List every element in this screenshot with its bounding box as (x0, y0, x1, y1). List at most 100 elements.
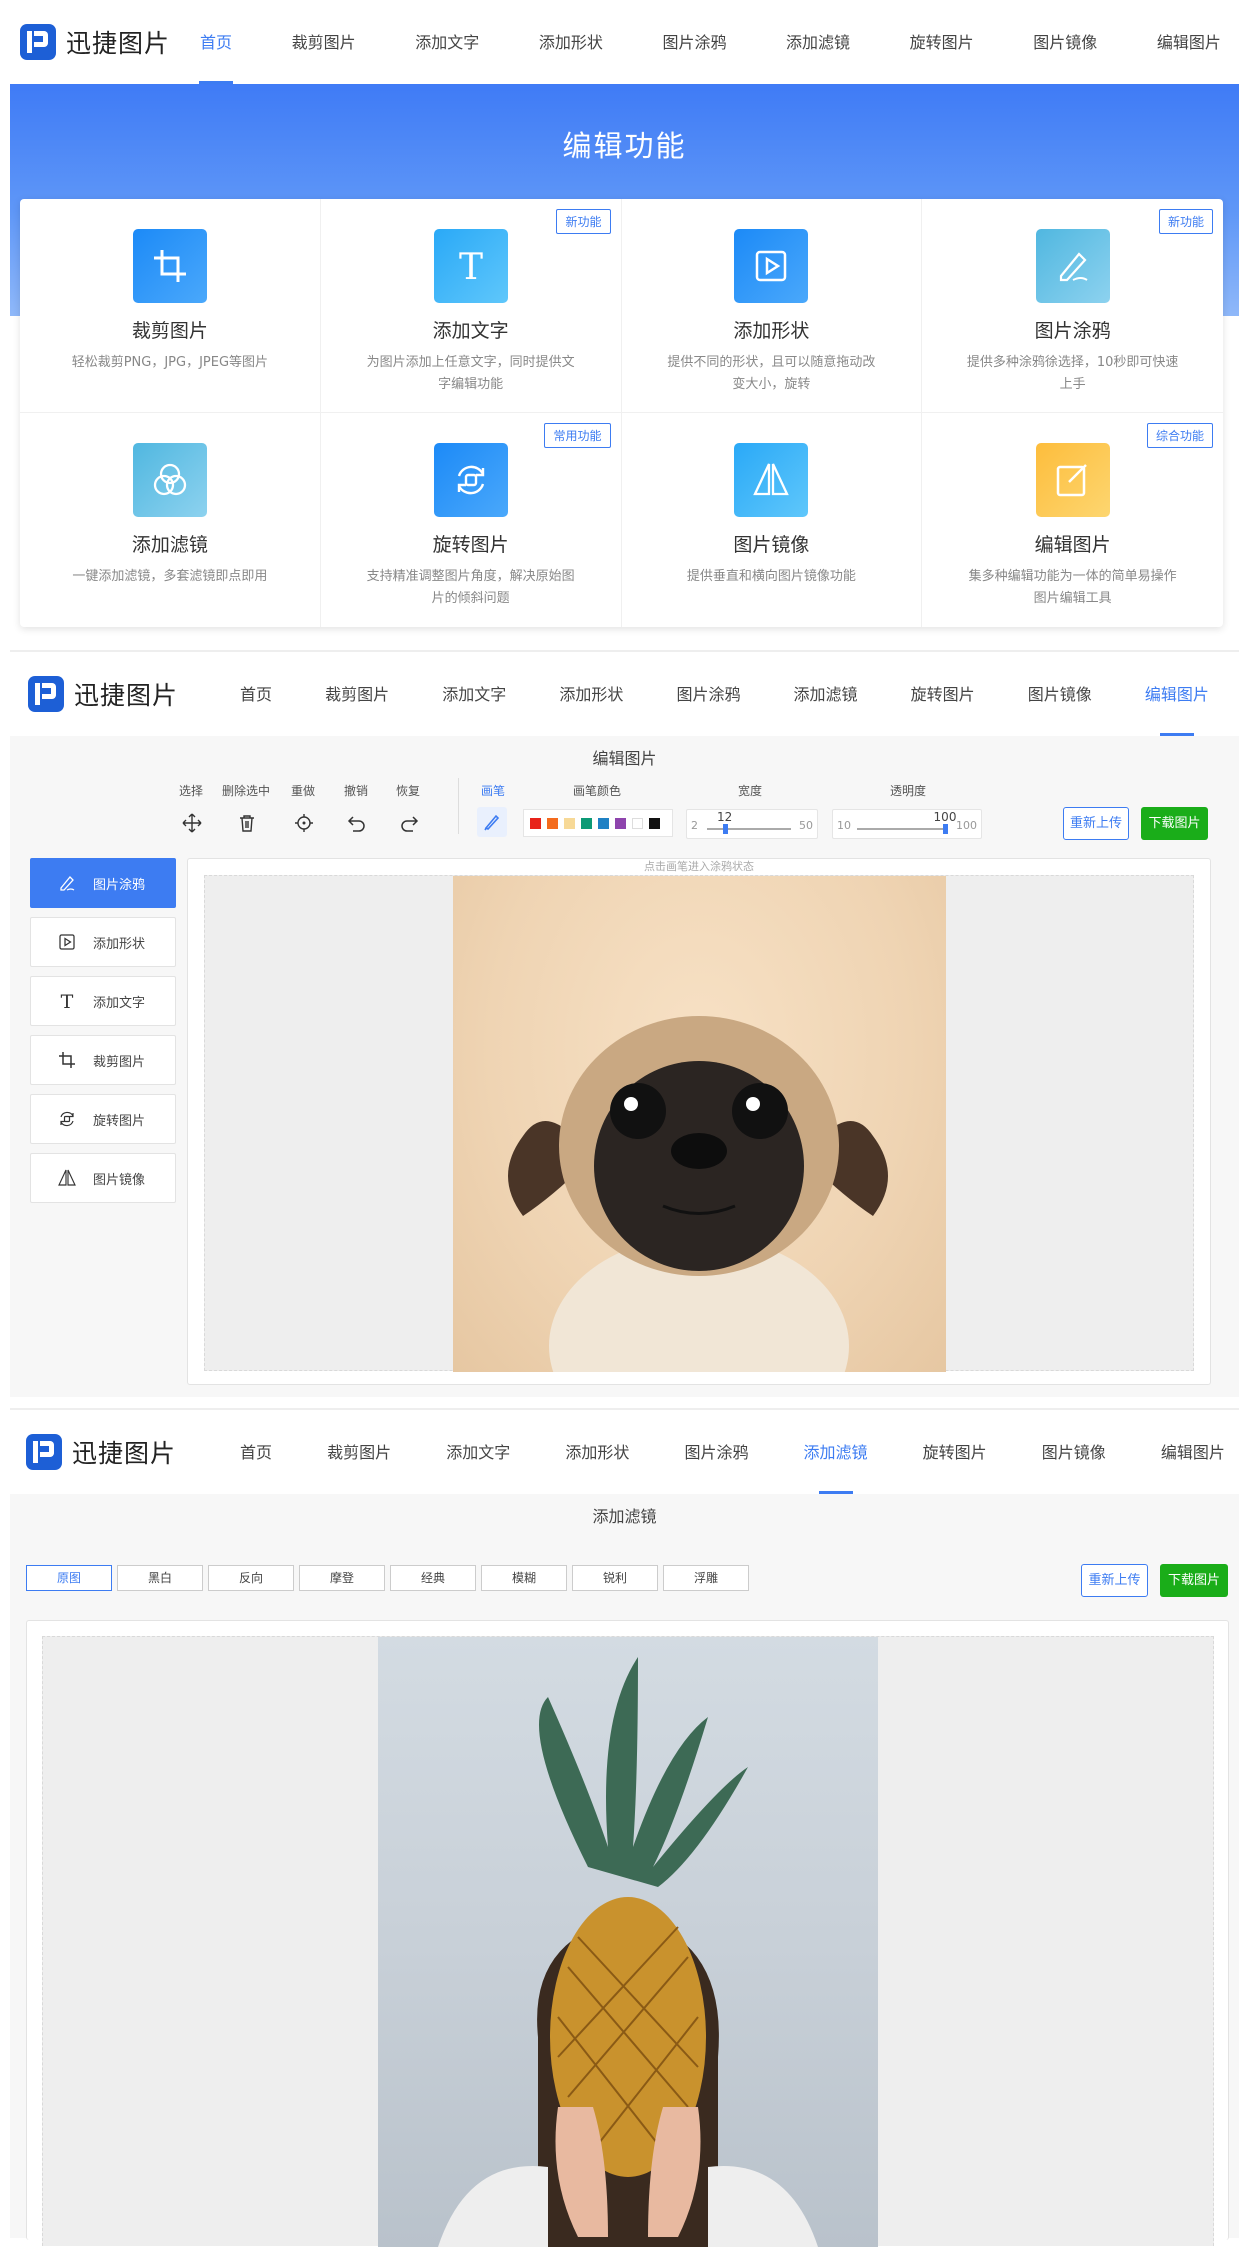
color-swatch[interactable] (547, 817, 558, 829)
sidebar-item-5[interactable]: 图片镜像 (30, 1153, 176, 1203)
filter-option-5[interactable]: 模糊 (481, 1565, 567, 1591)
nav-item-2[interactable]: 添加文字 (442, 652, 506, 736)
card-desc: 提供不同的形状，且可以随意拖动改变大小，旋转 (667, 355, 876, 392)
nav-item-6[interactable]: 旋转图片 (911, 652, 975, 736)
sidebar-item-1[interactable]: 添加形状 (30, 917, 176, 967)
card-desc: 提供多种涂鸦徐选择，10秒即可快速上手 (966, 355, 1179, 392)
nav-item-5[interactable]: 添加滤镜 (786, 0, 850, 84)
filter-option-3[interactable]: 摩登 (299, 1565, 385, 1591)
color-swatch[interactable] (530, 817, 541, 829)
color-swatch[interactable] (632, 817, 643, 829)
nav-item-0[interactable]: 首页 (240, 1410, 272, 1494)
feature-card-1[interactable]: T 添加文字 为图片添加上任意文字，同时提供文字编辑功能 新功能 (320, 199, 622, 413)
color-swatch[interactable] (598, 817, 609, 829)
nav-item-6[interactable]: 旋转图片 (923, 1410, 987, 1494)
nav-item-4[interactable]: 图片涂鸦 (676, 652, 740, 736)
brand-name: 迅捷图片 (72, 1439, 177, 1468)
target-icon[interactable] (293, 812, 315, 834)
brand-logo[interactable]: 迅捷图片 (26, 1434, 176, 1470)
drawing-canvas[interactable] (204, 875, 1194, 1397)
filter-option-0[interactable]: 原图 (26, 1565, 112, 1591)
brand-logo[interactable]: 迅捷图片 (28, 676, 178, 712)
width-knob[interactable] (722, 824, 728, 834)
nav-item-5[interactable]: 添加滤镜 (804, 1410, 868, 1494)
filter-option-2[interactable]: 反向 (208, 1565, 294, 1591)
feature-card-7[interactable]: 编辑图片 集多种编辑功能为一体的简单易操作图片编辑工具 综合功能 (922, 413, 1223, 627)
card-desc: 一键添加滤镜，多套滤镜即点即用 (72, 569, 268, 584)
feature-card-5[interactable]: 旋转图片 支持精准调整图片角度，解决原始图片的倾斜问题 常用功能 (321, 413, 622, 627)
nav-item-1[interactable]: 裁剪图片 (327, 1410, 391, 1494)
filter-option-1[interactable]: 黑白 (117, 1565, 203, 1591)
nav-item-2[interactable]: 添加文字 (446, 1410, 510, 1494)
feature-card-2[interactable]: 添加形状 提供不同的形状，且可以随意拖动改变大小，旋转 (621, 199, 923, 413)
card-desc: 集多种编辑功能为一体的简单易操作图片编辑工具 (968, 569, 1177, 606)
opacity-knob[interactable] (943, 824, 948, 834)
svg-text:T: T (459, 247, 483, 286)
feature-card-4[interactable]: 添加滤镜 一键添加滤镜，多套滤镜即点即用 (20, 413, 321, 627)
nav-item-1[interactable]: 裁剪图片 (325, 652, 389, 736)
card-title: 编辑图片 (1034, 534, 1111, 556)
sidebar-item-label: 添加形状 (93, 936, 146, 952)
sidebar-item-0[interactable]: 图片涂鸦 (30, 858, 176, 908)
crop-icon (55, 1050, 79, 1070)
nav-item-8[interactable]: 编辑图片 (1157, 0, 1221, 84)
opacity-slider[interactable]: 10 100 100 (832, 809, 982, 839)
brush-label: 画笔 (481, 784, 506, 798)
color-swatch[interactable] (564, 817, 575, 829)
canvas-container: 点击画笔进入涂鸦状态 (187, 858, 1211, 1397)
filter-option-4[interactable]: 经典 (390, 1565, 476, 1591)
nav-item-8[interactable]: 编辑图片 (1145, 652, 1209, 736)
mirror-icon (734, 443, 809, 517)
brush-icon[interactable] (477, 807, 507, 837)
nav-item-8[interactable]: 编辑图片 (1161, 1410, 1225, 1494)
move-icon[interactable] (181, 812, 203, 834)
nav-item-7[interactable]: 图片镜像 (1042, 1410, 1106, 1494)
nav-item-4[interactable]: 图片涂鸦 (684, 1410, 748, 1494)
sidebar-item-2[interactable]: T 添加文字 (30, 976, 176, 1026)
nav-item-7[interactable]: 图片镜像 (1033, 0, 1097, 84)
nav-item-3[interactable]: 添加形状 (539, 0, 603, 84)
nav-item-3[interactable]: 添加形状 (565, 1410, 629, 1494)
nav-item-5[interactable]: 添加滤镜 (794, 652, 858, 736)
shape-icon (55, 932, 79, 952)
filter-option-6[interactable]: 锐利 (572, 1565, 658, 1591)
nav-item-6[interactable]: 旋转图片 (910, 0, 974, 84)
logo-icon (20, 24, 56, 60)
trash-icon[interactable] (236, 812, 258, 834)
sidebar-item-label: 图片镜像 (93, 1172, 146, 1188)
canvas-container (26, 1620, 1229, 2247)
nav-item-0[interactable]: 首页 (240, 652, 272, 736)
redo-icon[interactable] (398, 812, 420, 834)
nav-item-0[interactable]: 首页 (198, 0, 234, 84)
nav-menu: 首页 裁剪图片 添加文字 添加形状 图片涂鸦 添加滤镜 旋转图片 图片镜像 编辑图片 (240, 652, 1239, 736)
reupload-button[interactable]: 重新上传 (1081, 1564, 1148, 1597)
nav-item-4[interactable]: 图片涂鸦 (662, 0, 726, 84)
edit-panel: 迅捷图片 首页 裁剪图片 添加文字 添加形状 图片涂鸦 添加滤镜 旋转图片 图片镜像 编辑图片 … (10, 652, 1239, 1397)
brand-logo[interactable]: 迅捷图片 (20, 24, 170, 60)
top-nav: 迅捷图片 首页 裁剪图片 添加文字 添加形状 图片涂鸦 添加滤镜 旋转图片 图片镜像 编辑图片 (10, 1410, 1239, 1494)
text-icon: T (433, 229, 508, 303)
card-title: 裁剪图片 (131, 320, 208, 342)
nav-item-2[interactable]: 添加文字 (415, 0, 479, 84)
undo-icon[interactable] (346, 812, 368, 834)
feature-card-3[interactable]: 图片涂鸦 提供多种涂鸦徐选择，10秒即可快速上手 新功能 (922, 199, 1223, 413)
card-desc: 为图片添加上任意文字，同时提供文字编辑功能 (366, 355, 575, 392)
sidebar-item-4[interactable]: 旋转图片 (30, 1094, 176, 1144)
width-slider[interactable]: 2 12 50 (686, 809, 818, 839)
logo-icon (26, 1434, 62, 1470)
download-button[interactable]: 下载图片 (1141, 807, 1208, 840)
feature-badge: 综合功能 (1146, 423, 1213, 448)
feature-card-6[interactable]: 图片镜像 提供垂直和横向图片镜像功能 (622, 413, 923, 627)
nav-item-7[interactable]: 图片镜像 (1028, 652, 1092, 736)
color-swatch[interactable] (615, 817, 626, 829)
nav-item-3[interactable]: 添加形状 (559, 652, 623, 736)
sidebar-item-3[interactable]: 裁剪图片 (30, 1035, 176, 1085)
reupload-button[interactable]: 重新上传 (1063, 807, 1129, 840)
opacity-max: 100 (956, 819, 977, 832)
nav-item-1[interactable]: 裁剪图片 (292, 0, 356, 84)
download-button[interactable]: 下载图片 (1160, 1564, 1228, 1597)
color-swatch[interactable] (649, 817, 660, 829)
color-swatch[interactable] (581, 817, 592, 829)
filter-option-7[interactable]: 浮雕 (663, 1565, 749, 1591)
feature-card-0[interactable]: 裁剪图片 轻松裁剪PNG，JPG，JPEG等图片 (20, 199, 321, 413)
